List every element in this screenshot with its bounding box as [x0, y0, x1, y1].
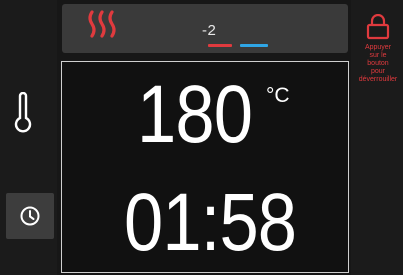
- unlock-line-5: déverrouiller: [358, 76, 398, 83]
- clock-icon: [20, 206, 40, 226]
- unlock-line-1: Appuyer: [364, 44, 392, 51]
- level-indicator-blue: [240, 44, 268, 47]
- unlock-instruction: Appuyer sur le bouton pour déverrouiller: [354, 44, 402, 84]
- timer-button[interactable]: [6, 193, 54, 239]
- temperature-unit: °C: [266, 84, 290, 107]
- level-indicator-red: [208, 44, 232, 47]
- temperature-value[interactable]: 180: [137, 74, 257, 156]
- heat-waves-icon: [88, 10, 116, 38]
- unlock-line-2: sur le: [369, 52, 387, 59]
- time-value[interactable]: 01:58: [124, 182, 297, 264]
- unlock-line-4: pour: [370, 68, 385, 75]
- oven-screen: -2 180 °C 01:58 Appuyer sur le bouton po…: [0, 0, 403, 275]
- unlock-line-3: bouton: [367, 60, 389, 67]
- heat-level-value: -2: [202, 22, 217, 39]
- left-sidebar: [0, 0, 57, 275]
- right-sidebar: [351, 0, 403, 275]
- lock-icon[interactable]: [364, 14, 392, 40]
- thermometer-icon[interactable]: [13, 92, 33, 134]
